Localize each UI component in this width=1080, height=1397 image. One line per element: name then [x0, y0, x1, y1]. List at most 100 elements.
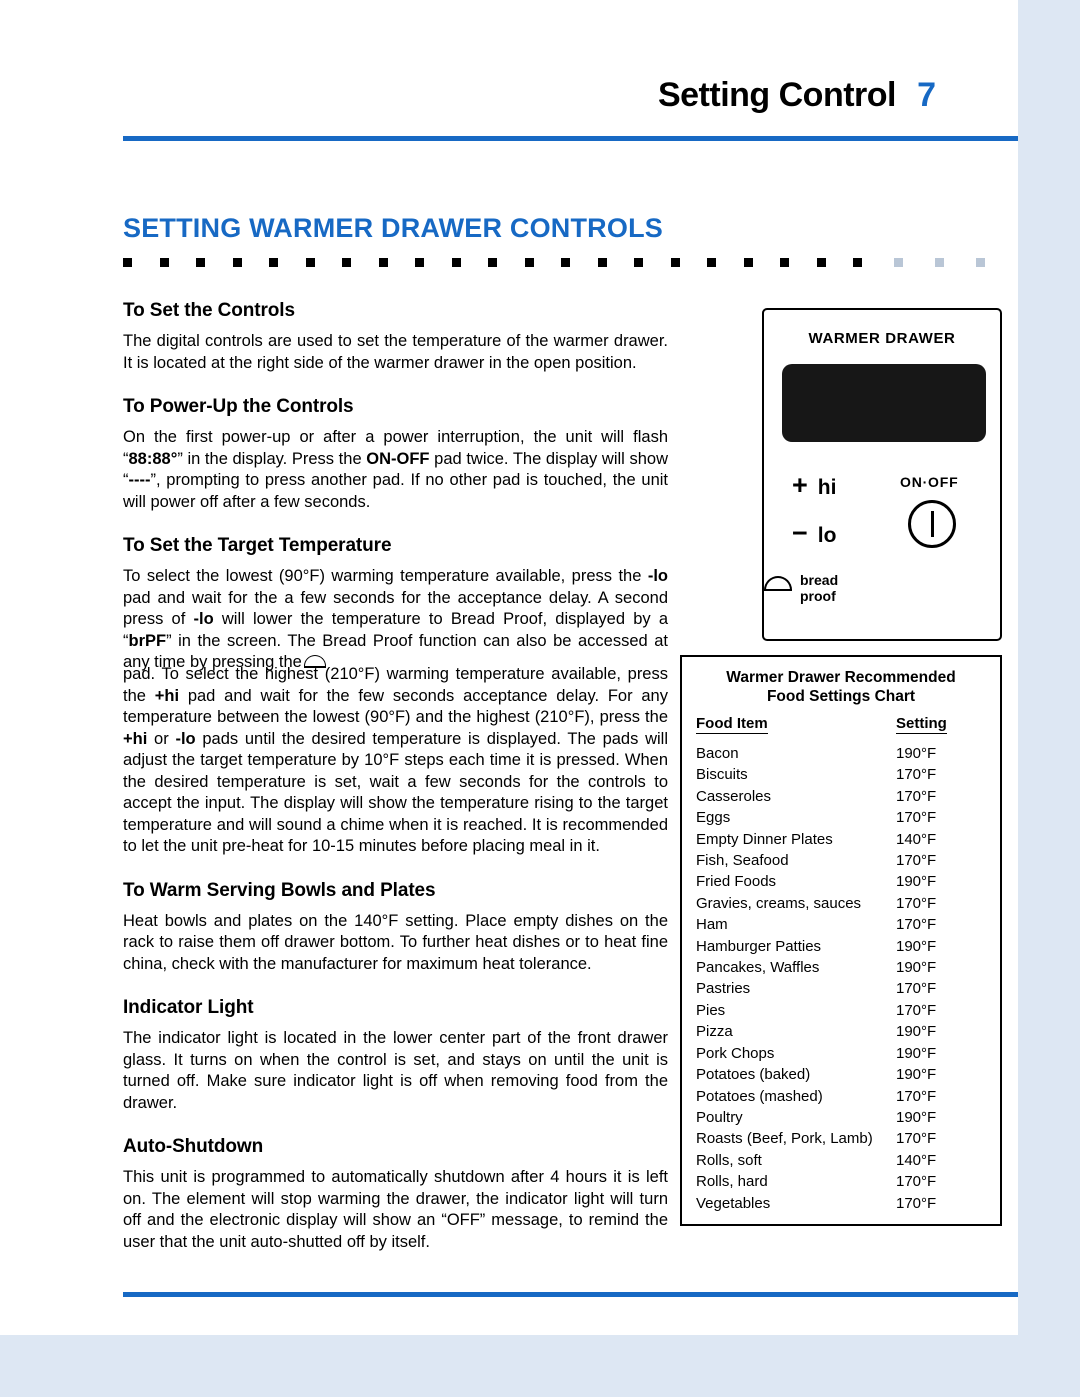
dot [853, 258, 862, 267]
dot [415, 258, 424, 267]
page-number: 7 [917, 76, 936, 114]
paragraph-to-warm-serving-bowls: Heat bowls and plates on the 140°F setti… [123, 911, 668, 973]
cell-food-item: Eggs [696, 809, 731, 827]
dot [451, 258, 461, 267]
power-icon[interactable] [908, 500, 956, 548]
control-panel-label: WARMER DRAWER [808, 330, 956, 347]
cell-food-item: Bacon [696, 745, 739, 762]
dot [935, 258, 944, 267]
page-side-band [1018, 0, 1080, 1397]
bread-proof-label-line2: proof [800, 588, 836, 604]
cell-food-item: Pork Chops [696, 1044, 775, 1062]
heading-to-power-up-the-controls: To Power-Up the Controls [123, 396, 354, 417]
food-settings-chart: Warmer Drawer Recommended Food Settings … [680, 655, 1002, 1226]
chart-title-line1: Warmer Drawer Recommended [726, 669, 956, 686]
dot [743, 258, 753, 267]
cell-food-item: Rolls, hard [696, 1173, 768, 1191]
lo-pad-label: lo [817, 524, 837, 547]
on-off-label: ON·OFF [900, 474, 959, 490]
dot [123, 258, 132, 267]
table-row: Potatoes (mashed) 170°F [696, 1086, 986, 1107]
dot [488, 258, 497, 267]
heading-to-warm-serving-bowls: To Warm Serving Bowls and Plates [123, 879, 436, 901]
tt-brpf-display: brPF [128, 631, 167, 650]
table-row: Poultry 190°F [696, 1107, 986, 1128]
cell-food-item: Biscuits [696, 766, 748, 784]
section-title: SETTING WARMER DRAWER CONTROLS [123, 213, 663, 243]
table-row: Pizza 190°F [696, 1021, 986, 1042]
chart-header-setting-label: Setting [896, 715, 947, 734]
paragraph-auto-shutdown: This unit is programmed to automatically… [123, 1168, 668, 1251]
cell-setting: 190°F [896, 1044, 937, 1062]
cell-food-item: Poultry [696, 1108, 743, 1126]
cell-setting: 170°F [896, 1173, 937, 1191]
cell-setting: 190°F [896, 1023, 937, 1041]
cell-setting: 170°F [896, 1130, 937, 1148]
cell-setting: 190°F [896, 1066, 937, 1084]
tt-lo-pad-1: -lo [647, 567, 668, 585]
control-panel-display [782, 364, 986, 442]
powerup-onoff-pad: ON-OFF [366, 449, 430, 468]
cell-setting: 190°F [896, 745, 937, 762]
table-row: Vegetables 170°F [696, 1193, 986, 1214]
tt2-text-c: pad and wait for the few seconds accepta… [123, 686, 668, 727]
dot [561, 258, 570, 267]
cell-setting: 170°F [896, 852, 937, 870]
cell-setting: 170°F [896, 766, 937, 784]
powerup-text-c: ” in the display. Press the [177, 449, 367, 468]
dot [159, 258, 169, 267]
cell-food-item: Potatoes (baked) [696, 1066, 811, 1084]
dot [670, 258, 680, 267]
footer-rule [123, 1292, 1018, 1297]
table-row: Empty Dinner Plates 140°F [696, 829, 986, 850]
cell-setting: 190°F [896, 873, 937, 891]
powerup-text-g: ”, prompting to press another pad. If no… [123, 471, 668, 511]
tt2-hi-pad-1: +hi [154, 686, 180, 705]
cell-food-item: Pastries [696, 980, 751, 998]
tt2-text-g: pads until the desired temperature is di… [123, 729, 669, 856]
bread-proof-label-line1: bread [800, 572, 839, 588]
bread-proof-pad[interactable]: bread proof [800, 572, 838, 604]
tt-text-a: To select the lowest (90°F) warming temp… [123, 567, 648, 585]
cell-setting: 170°F [896, 809, 937, 827]
cell-food-item: Pies [696, 1001, 726, 1019]
dot [342, 258, 351, 267]
dot [707, 258, 716, 267]
table-row: Ham 170°F [696, 914, 986, 935]
table-row: Pork Chops 190°F [696, 1043, 986, 1064]
chart-header-setting: Setting [896, 715, 986, 734]
page-content: Setting Control 7 SETTING WARMER DRAWER … [0, 0, 1018, 1335]
cell-food-item: Fried Foods [696, 873, 777, 891]
powerup-display-dashes: ---- [128, 471, 151, 489]
dot [524, 258, 534, 267]
hi-pad-label: hi [817, 476, 837, 499]
paragraph-target-temperature-1: To select the lowest (90°F) warming temp… [123, 566, 668, 674]
lo-pad[interactable]: − lo [792, 518, 836, 549]
table-row: Fish, Seafood 170°F [696, 850, 986, 871]
minus-icon: − [792, 518, 808, 548]
bread-proof-icon[interactable] [764, 574, 794, 594]
paragraph-to-set-the-controls: The digital controls are used to set the… [123, 332, 668, 372]
table-row: Hamburger Patties 190°F [696, 936, 986, 957]
cell-food-item: Hamburger Patties [696, 937, 822, 955]
heading-auto-shutdown: Auto-Shutdown [123, 1136, 264, 1157]
cell-food-item: Gravies, creams, sauces [696, 894, 862, 912]
hi-pad[interactable]: + hi [792, 470, 836, 501]
cell-setting: 190°F [896, 1108, 937, 1126]
dot [597, 258, 607, 267]
page-title: Setting Control [657, 76, 897, 114]
chart-header-food: Food Item [696, 715, 896, 734]
table-row: Fried Foods 190°F [696, 871, 986, 892]
table-row: Biscuits 170°F [696, 764, 986, 785]
cell-food-item: Fish, Seafood [696, 852, 789, 870]
table-row: Gravies, creams, sauces 170°F [696, 893, 986, 914]
table-row: Bacon 190°F [696, 743, 986, 764]
cell-setting: 170°F [896, 1001, 937, 1019]
cell-setting: 170°F [896, 1194, 937, 1212]
target-temperature-continued: pad. To select the highest (210°F) warmi… [123, 664, 668, 1253]
cell-setting: 140°F [896, 1151, 937, 1169]
cell-setting: 170°F [896, 1087, 937, 1105]
cell-food-item: Casseroles [696, 787, 772, 805]
header-rule [123, 136, 1018, 141]
dot [634, 258, 643, 267]
